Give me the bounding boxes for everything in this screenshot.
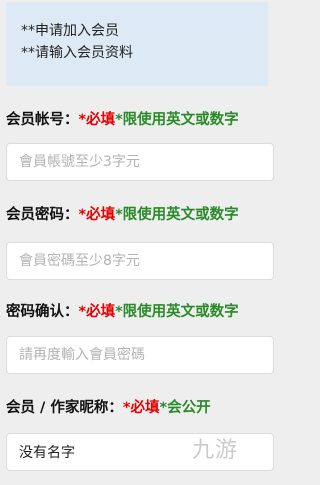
account-input[interactable] <box>6 143 274 181</box>
account-required-mark: *必填 <box>78 112 116 128</box>
password-required-mark: *必填 <box>78 207 116 223</box>
nickname-label: 会员 / 作家昵称：*必填*会公开 <box>6 398 211 418</box>
nickname-required-mark: *必填 <box>122 400 160 416</box>
password-label-text: 会员密码： <box>6 207 79 223</box>
notice-box: **申请加入会员 **请输入会员资料 <box>6 2 268 86</box>
notice-line-apply: **申请加入会员 <box>21 23 119 39</box>
password-input[interactable] <box>6 242 274 280</box>
nickname-label-text: 会员 / 作家昵称： <box>6 400 123 416</box>
site-watermark: 九游 <box>192 438 239 463</box>
account-label: 会员帐号：*必填*限使用英文或数字 <box>6 110 239 130</box>
password-label: 会员密码：*必填*限使用英文或数字 <box>6 205 239 225</box>
notice-line-input-info: **请输入会员资料 <box>21 45 133 61</box>
password-confirm-label: 密码确认：*必填*限使用英文或数字 <box>6 302 239 322</box>
password-confirm-required-mark: *必填 <box>78 304 116 320</box>
password-confirm-label-text: 密码确认： <box>6 304 79 320</box>
password-confirm-rule-note: *限使用英文或数字 <box>115 304 239 320</box>
account-label-text: 会员帐号： <box>6 112 79 128</box>
nickname-public-note: *会公开 <box>159 400 211 416</box>
account-rule-note: *限使用英文或数字 <box>115 112 239 128</box>
password-confirm-input[interactable] <box>6 336 274 374</box>
password-rule-note: *限使用英文或数字 <box>115 207 239 223</box>
